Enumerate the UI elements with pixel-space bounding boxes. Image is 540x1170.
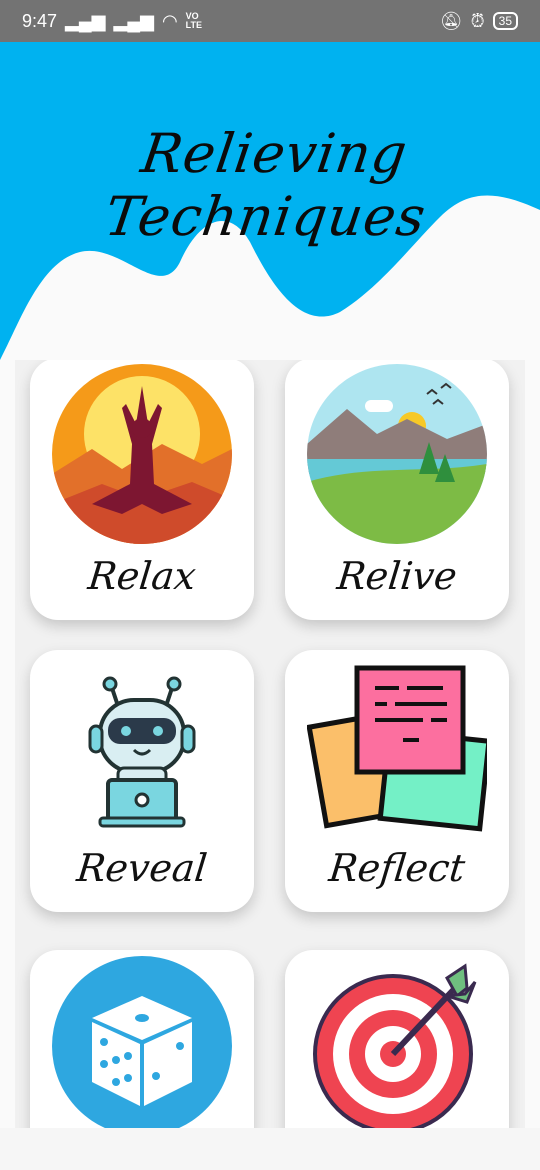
signal-icon-2: ▂▄▆	[113, 10, 154, 31]
robot-icon	[88, 676, 196, 828]
card-dice[interactable]	[30, 950, 254, 1128]
volte-badge: VO LTE	[185, 11, 203, 30]
clock: 9:47	[22, 10, 58, 31]
status-bar: 9:47 ▂▄▆ ▂▄▆ ◠ VO LTE 🔕︎ ⏰︎ 35	[0, 0, 540, 42]
header: Relieving Techniques	[0, 42, 540, 362]
card-relive[interactable]: Relive	[285, 360, 509, 620]
wifi-icon: ◠	[161, 10, 178, 31]
signal-icon: ▂▄▆	[65, 10, 106, 31]
card-target[interactable]	[285, 950, 509, 1128]
mute-icon: 🔕︎	[439, 10, 463, 31]
alarm-icon: ⏰︎	[470, 10, 485, 31]
landscape-icon	[307, 364, 487, 544]
card-relive-label: Relive	[335, 554, 459, 598]
page-title: Relieving Techniques	[101, 122, 430, 248]
dice-icon	[52, 956, 232, 1128]
target-icon	[313, 963, 477, 1128]
battery-indicator: 35	[492, 12, 518, 30]
card-relax-label: Relax	[86, 554, 198, 598]
techniques-grid: Relax Relive Reveal Reflect	[15, 360, 525, 1128]
meditation-icon	[52, 364, 232, 544]
card-reflect[interactable]: Reflect	[285, 650, 509, 912]
bottom-bar	[0, 1128, 540, 1170]
card-reveal[interactable]: Reveal	[30, 650, 254, 912]
card-relax[interactable]: Relax	[30, 360, 254, 620]
sticky-notes-icon	[307, 665, 487, 832]
card-reveal-label: Reveal	[74, 846, 210, 890]
card-reflect-label: Reflect	[326, 846, 468, 890]
